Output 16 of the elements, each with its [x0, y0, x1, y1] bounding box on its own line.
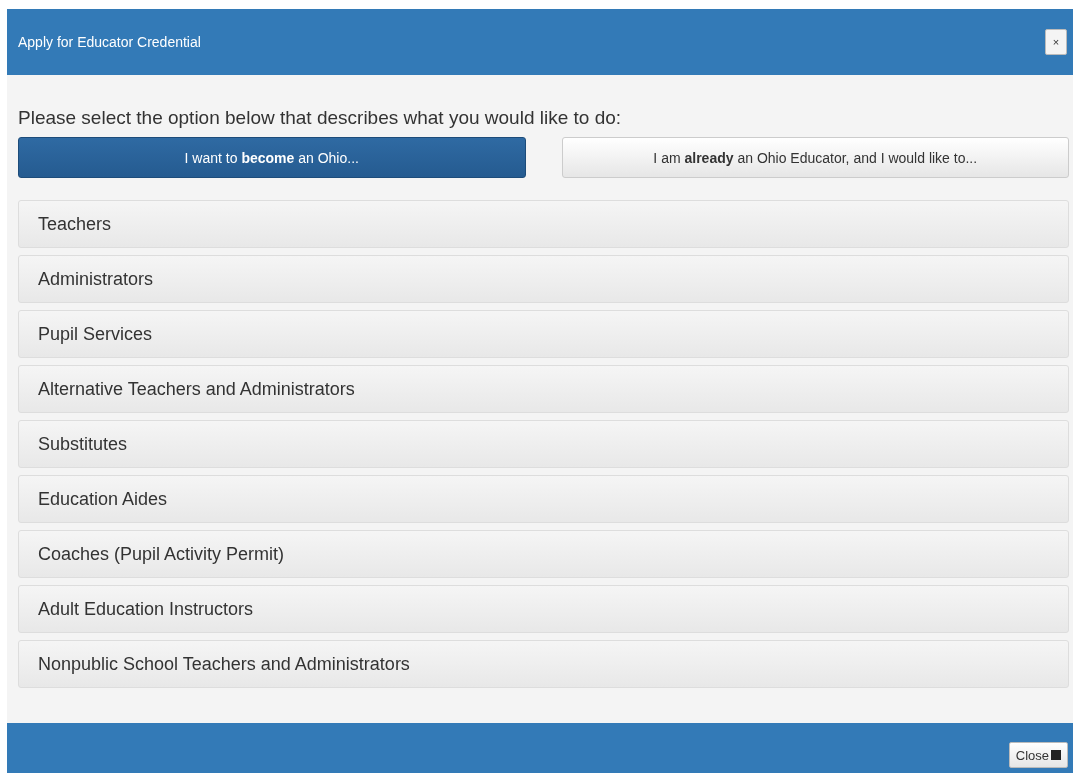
category-item[interactable]: Coaches (Pupil Activity Permit) — [18, 530, 1069, 578]
category-item[interactable]: Alternative Teachers and Administrators — [18, 365, 1069, 413]
choice-button[interactable]: I want to become an Ohio... — [18, 137, 526, 178]
category-item[interactable]: Pupil Services — [18, 310, 1069, 358]
category-item[interactable]: Education Aides — [18, 475, 1069, 523]
category-item[interactable]: Adult Education Instructors — [18, 585, 1069, 633]
dialog-title: Apply for Educator Credential — [18, 34, 201, 50]
close-button[interactable]: Close — [1008, 742, 1068, 768]
category-item[interactable]: Administrators — [18, 255, 1069, 303]
prompt-text: Please select the option below that describes what you would like to do: — [18, 107, 623, 129]
category-item[interactable]: Substitutes — [18, 420, 1069, 468]
category-item[interactable]: Teachers — [18, 200, 1069, 248]
square-icon — [1051, 750, 1061, 760]
category-item[interactable]: Nonpublic School Teachers and Administrators — [18, 640, 1069, 688]
choice-button[interactable]: I am already an Ohio Educator, and I would like to... — [561, 137, 1069, 178]
close-button[interactable]: × — [1045, 29, 1067, 55]
